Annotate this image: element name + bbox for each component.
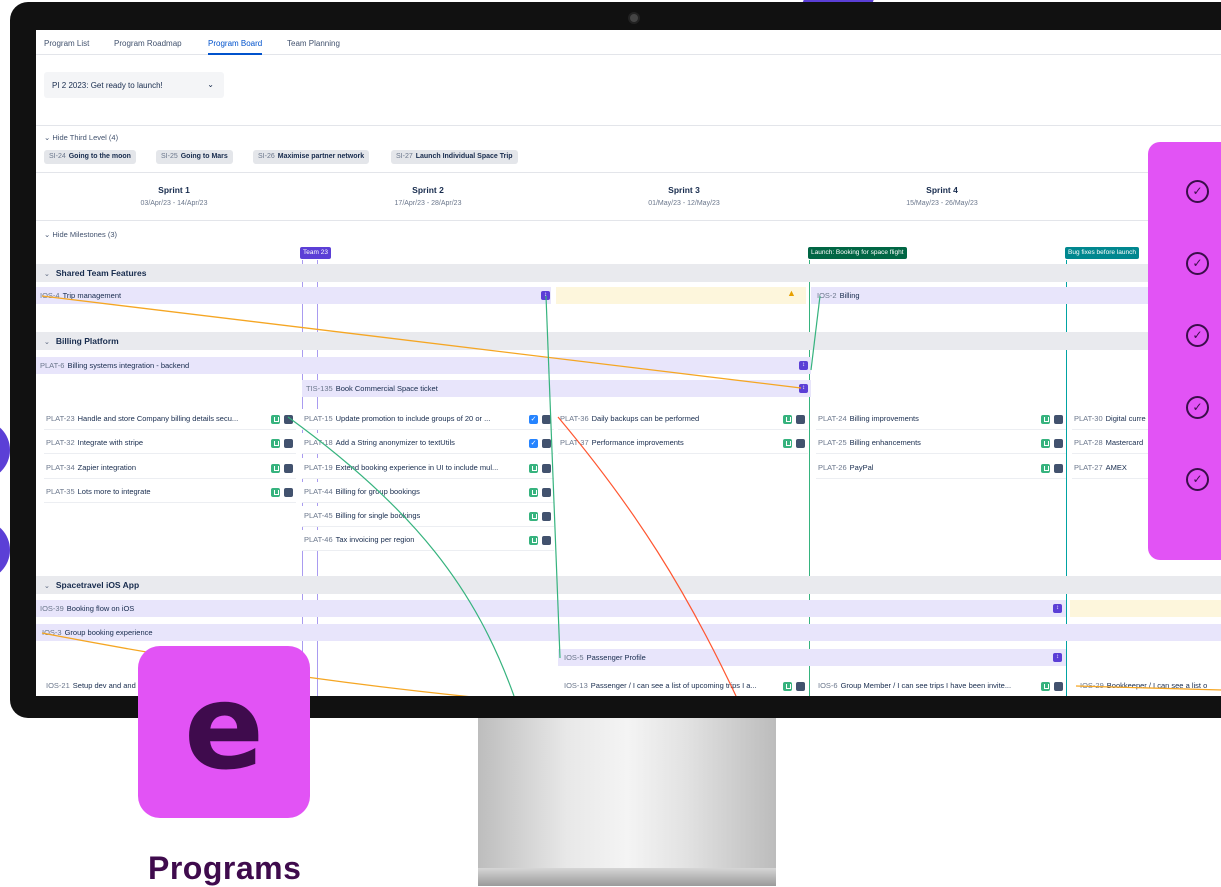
- dependency-line: [810, 295, 821, 371]
- check-circle-icon: ✓: [1186, 324, 1209, 347]
- app-logo: e: [138, 646, 310, 818]
- dependency-line: [1075, 685, 1221, 691]
- dependency-lines: [41, 295, 1221, 696]
- dependency-line: [287, 416, 515, 696]
- camera-icon: [628, 12, 640, 24]
- monitor-stand: [478, 718, 776, 868]
- dependency-line: [545, 295, 561, 659]
- app-screen: Program List Program Roadmap Program Boa…: [36, 30, 1221, 696]
- monitor-stand-base: [478, 868, 776, 886]
- dependency-line: [557, 416, 737, 696]
- brand-name: Programs: [148, 850, 302, 886]
- dependency-line: [41, 295, 802, 389]
- decorative-shape: [0, 520, 10, 580]
- monitor: Program List Program Roadmap Program Boa…: [10, 2, 1221, 718]
- logo-letter: e: [183, 658, 265, 796]
- check-circle-icon: ✓: [1186, 396, 1209, 419]
- feature-checklist-panel: ✓ ✓ ✓ ✓ ✓: [1148, 142, 1221, 560]
- check-circle-icon: ✓: [1186, 180, 1209, 203]
- decorative-shape: [0, 420, 10, 480]
- check-circle-icon: ✓: [1186, 468, 1209, 491]
- check-circle-icon: ✓: [1186, 252, 1209, 275]
